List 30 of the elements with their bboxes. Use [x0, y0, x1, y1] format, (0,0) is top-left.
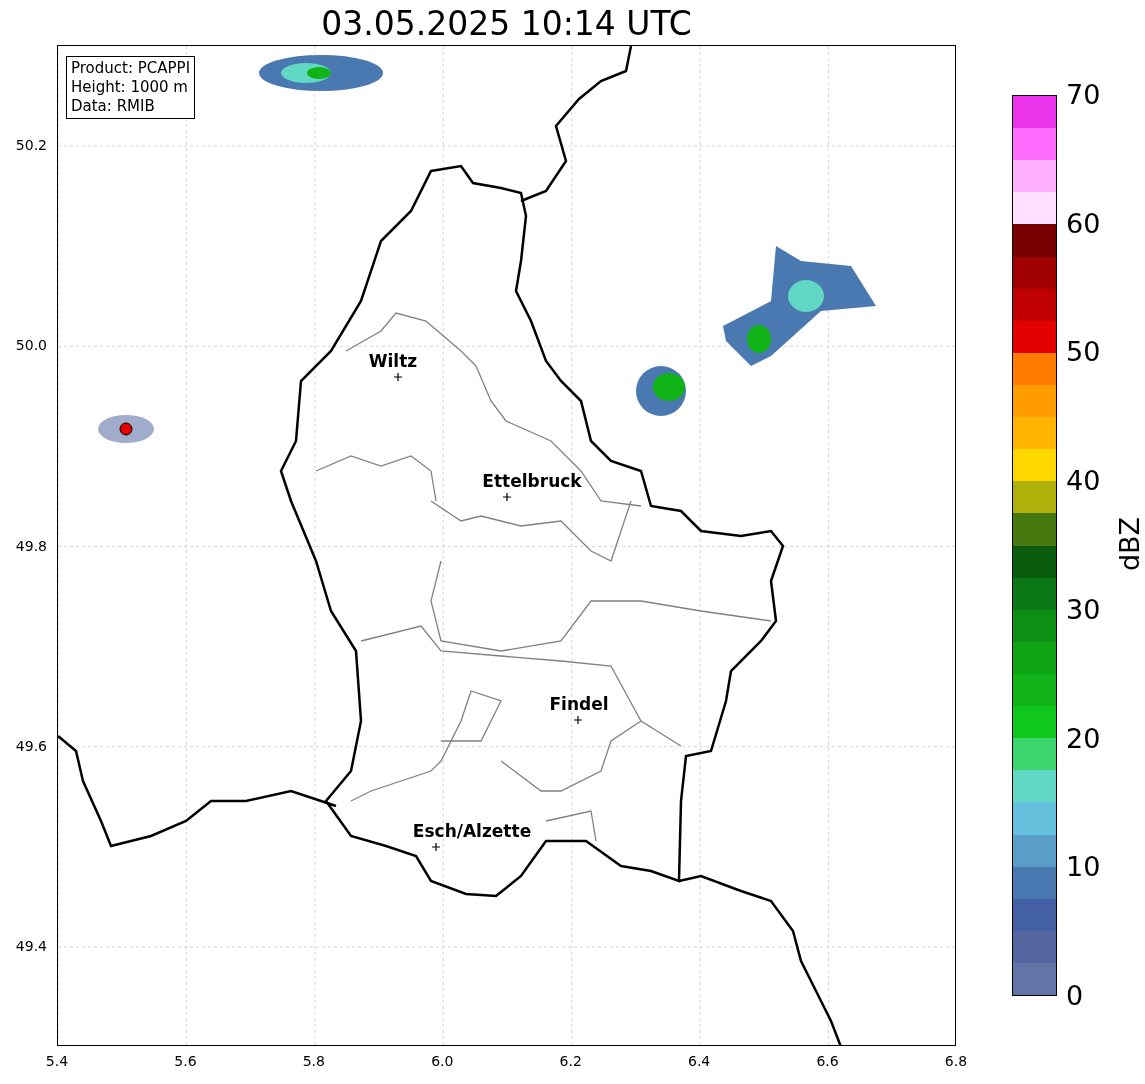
city-label: Wiltz — [368, 351, 418, 371]
axis-tick-label: 6.2 — [559, 1052, 582, 1070]
axis-tick-label: 49.8 — [15, 536, 47, 555]
axis-tick-label: 49.6 — [15, 736, 47, 755]
scale-tick-label: 70 — [1066, 79, 1101, 111]
info-text: Data: RMIB — [71, 97, 156, 116]
axis-tick-label: 5.4 — [45, 1052, 69, 1070]
city-label: Findel — [549, 694, 609, 714]
scale-tick-label: 20 — [1066, 722, 1101, 755]
city-label: Ettelbruck — [482, 471, 582, 491]
axis-tick-label: 5.6 — [174, 1052, 197, 1070]
axis-tick-label: 6.0 — [431, 1052, 454, 1070]
city-label: Esch/Alzette — [412, 821, 532, 841]
scale-tick-label: 0 — [1066, 980, 1084, 1012]
chart-title: 03.05.2025 10:14 UTC — [320, 4, 693, 44]
axis-tick-label: 6.6 — [816, 1052, 839, 1070]
info-text: Height: 1000 m — [71, 78, 189, 97]
axis-tick-label: 50.0 — [15, 336, 47, 355]
scale-tick-label: 40 — [1066, 465, 1101, 498]
axis-tick-label: 6.4 — [688, 1052, 711, 1070]
info-text: Product: PCAPPI — [71, 59, 191, 78]
scale-tick-label: 50 — [1066, 336, 1101, 369]
scale-tick-label: 10 — [1066, 851, 1101, 884]
scale-unit-label: dBZ — [1114, 516, 1145, 572]
axis-tick-label: 6.8 — [944, 1052, 968, 1070]
axis-tick-label: 50.2 — [15, 136, 47, 154]
scale-tick-label: 60 — [1066, 207, 1101, 240]
axis-tick-label: 5.8 — [302, 1052, 325, 1070]
scale-tick-label: 30 — [1066, 593, 1101, 626]
axis-tick-label: 49.4 — [15, 937, 47, 955]
